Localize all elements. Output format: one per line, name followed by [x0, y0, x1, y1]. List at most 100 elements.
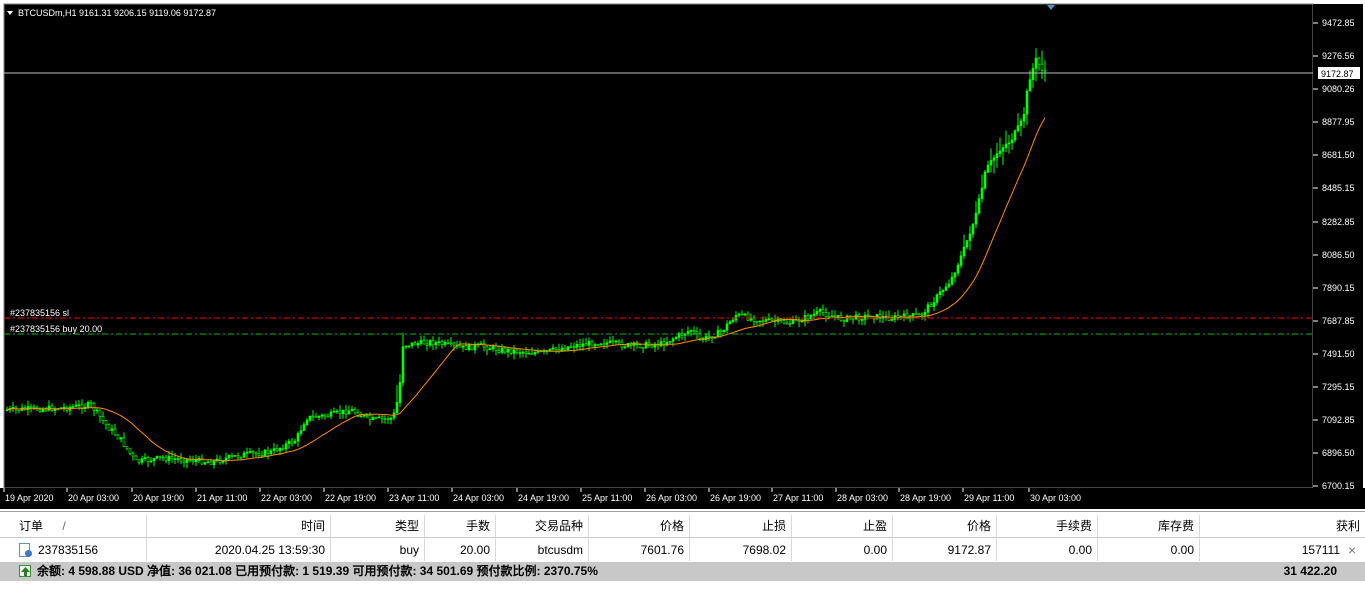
candle-body — [269, 450, 273, 455]
up-arrow-glyph-icon — [21, 567, 30, 576]
candle-body — [38, 409, 42, 412]
candle-body — [227, 454, 231, 459]
candle-body — [1013, 130, 1017, 141]
header-take-profit[interactable]: 止盈 — [792, 515, 893, 537]
header-open-price[interactable]: 价格 — [589, 515, 690, 537]
candle-body — [272, 448, 276, 451]
candle-body — [953, 272, 957, 278]
candle-body — [260, 455, 264, 457]
candle-body — [101, 416, 105, 422]
candle-body — [911, 313, 915, 317]
account-summary-row: 余额: 4 598.88 USD 净值: 36 021.08 已用预付款: 1 … — [0, 562, 1365, 581]
candle-body — [113, 428, 117, 436]
candle-body — [986, 164, 990, 173]
candle-body — [512, 349, 516, 354]
candle-body — [398, 382, 402, 403]
position-row[interactable]: 237835156 2020.04.25 13:59:30 buy 20.00 … — [0, 539, 1365, 561]
candle-body — [1004, 143, 1008, 148]
header-profit[interactable]: 获利 — [1200, 515, 1365, 537]
price-chart[interactable]: #237835156 sl #237835156 buy 20.00 BTCUS… — [0, 0, 1365, 509]
header-volume[interactable]: 手数 — [425, 515, 496, 537]
candle-body — [743, 313, 747, 316]
candle-body — [245, 451, 249, 454]
header-order[interactable]: 订单 / — [14, 515, 147, 537]
time-axis-label: 21 Apr 11:00 — [197, 493, 247, 503]
candle-body — [674, 337, 678, 340]
candle-body — [236, 455, 240, 458]
candle-body — [530, 352, 534, 355]
candle-body — [959, 255, 963, 266]
candle-body — [863, 314, 867, 320]
price-axis-label: 7890.15 — [1322, 283, 1355, 293]
header-time[interactable]: 时间 — [147, 515, 331, 537]
candle-body — [248, 450, 252, 453]
candle-body — [290, 440, 294, 444]
candle-body — [320, 414, 324, 417]
candle-body — [725, 323, 729, 331]
candle-body — [611, 340, 615, 343]
cell-stop-loss[interactable]: 7698.02 — [690, 539, 792, 561]
candle-body — [275, 448, 279, 452]
order-status-dot-icon — [25, 550, 32, 557]
candle-body — [431, 340, 435, 346]
candle-body — [992, 157, 996, 161]
candle-body — [185, 459, 189, 463]
candle-body — [695, 331, 699, 334]
candle-body — [686, 331, 690, 335]
candle-body — [299, 430, 303, 434]
candle-body — [902, 313, 906, 317]
candle-body — [251, 450, 255, 454]
candle-body — [302, 424, 306, 431]
current-price-label: 9172.87 — [1321, 69, 1354, 79]
candle-body — [458, 345, 462, 348]
time-axis-label: 20 Apr 03:00 — [68, 493, 119, 503]
candle-body — [491, 345, 495, 350]
candle-body — [941, 290, 945, 293]
header-type[interactable]: 类型 — [331, 515, 425, 537]
candle-body — [842, 320, 846, 322]
candle-body — [161, 456, 165, 459]
candle-body — [692, 330, 696, 333]
candle-body — [470, 343, 474, 351]
candle-body — [554, 347, 558, 350]
header-swap[interactable]: 库存费 — [1098, 515, 1200, 537]
close-position-icon[interactable]: × — [1343, 539, 1365, 561]
candle-body — [944, 286, 948, 291]
header-stop-loss[interactable]: 止损 — [690, 515, 792, 537]
cell-symbol: btcusdm — [496, 539, 589, 561]
candle-body — [551, 347, 555, 350]
candle-body — [473, 344, 477, 351]
candle-body — [1010, 139, 1014, 144]
header-symbol[interactable]: 交易品种 — [496, 515, 589, 537]
cell-take-profit[interactable]: 0.00 — [792, 539, 893, 561]
candle-body — [929, 304, 933, 307]
candle-body — [257, 453, 261, 456]
candle-body — [212, 460, 216, 466]
candle-body — [446, 341, 450, 344]
candle-body — [107, 424, 111, 431]
candle-body — [821, 309, 825, 313]
candle-body — [167, 455, 171, 462]
candle-body — [191, 459, 195, 462]
candle-body — [92, 402, 96, 411]
candle-body — [395, 402, 399, 413]
header-commission[interactable]: 手续费 — [997, 515, 1098, 537]
candle-body — [281, 447, 285, 450]
candle-body — [707, 335, 711, 338]
stop-loss-label: #237835156 sl — [10, 308, 69, 318]
candle-body — [323, 414, 327, 417]
candle-body — [548, 348, 552, 352]
candle-body — [836, 315, 840, 317]
candle-body — [668, 340, 672, 343]
candle-body — [947, 283, 951, 288]
candle-body — [467, 343, 471, 350]
header-current-price[interactable]: 价格 — [893, 515, 997, 537]
candle-body — [974, 212, 978, 225]
candle-body — [425, 343, 429, 346]
chart-canvas[interactable]: #237835156 sl #237835156 buy 20.00 BTCUS… — [0, 0, 1365, 509]
header-order-label: 订单 — [19, 519, 44, 533]
candle-body — [518, 352, 522, 354]
candle-body — [989, 160, 993, 166]
candle-body — [284, 443, 288, 450]
candle-body — [950, 276, 954, 285]
